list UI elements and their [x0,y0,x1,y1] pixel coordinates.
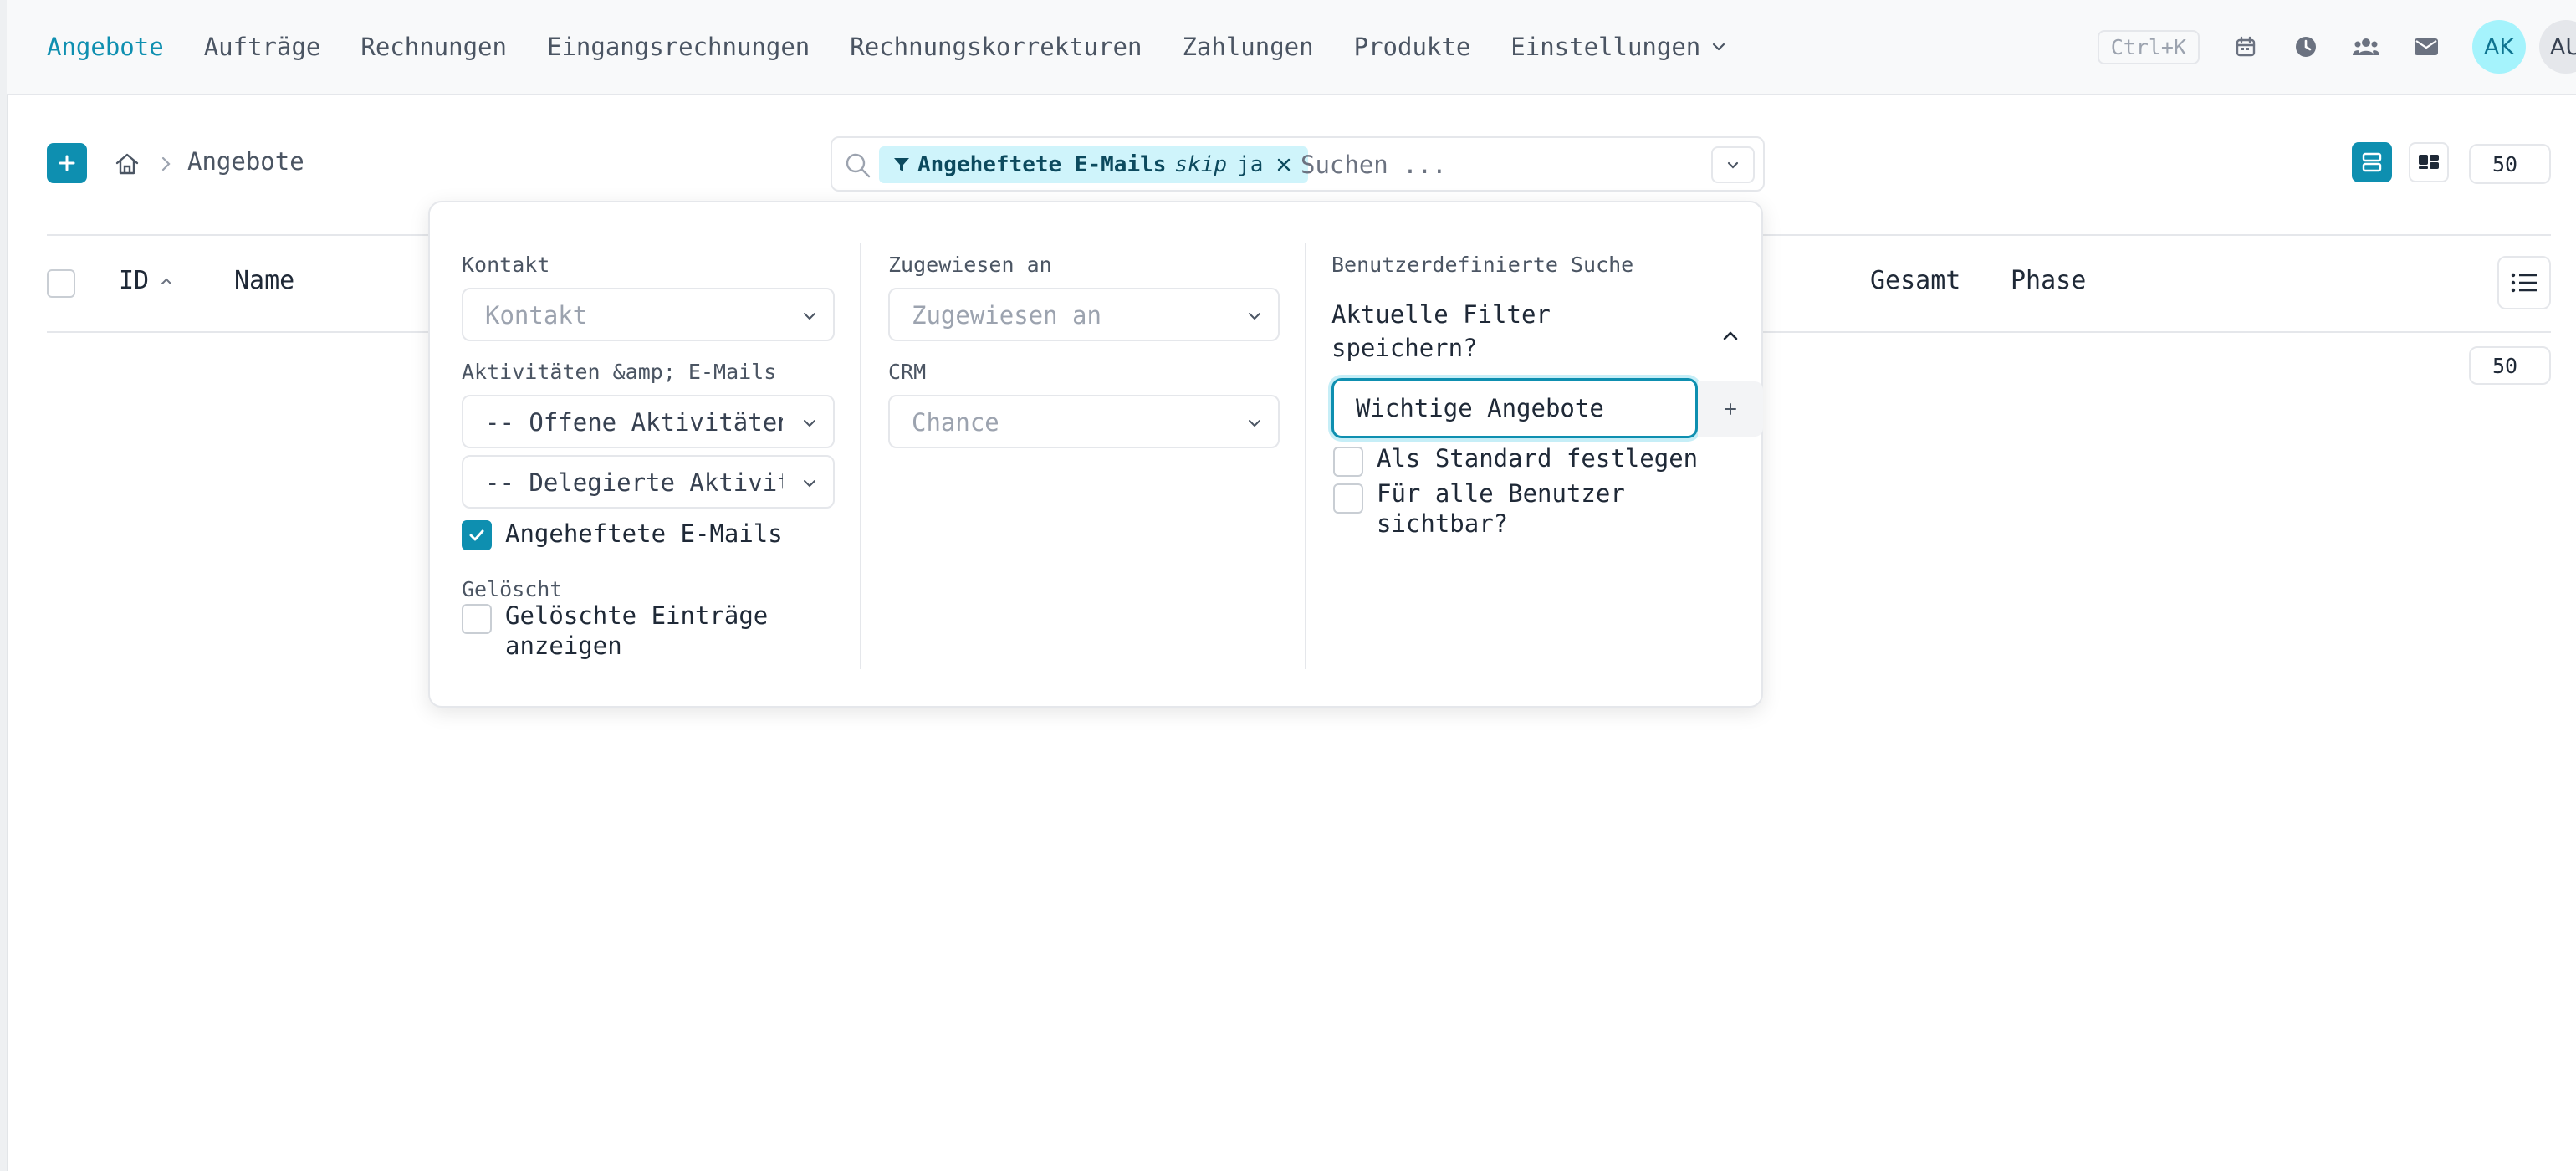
chevron-down-icon [800,413,820,433]
funnel-icon [892,156,911,174]
search-input[interactable] [1299,145,1704,185]
list-view-button[interactable] [2352,142,2392,182]
pinned-emails-label: Angeheftete E-Mails [505,519,783,548]
column-header-id-label: ID [119,266,150,295]
save-filter-add-button[interactable] [1698,381,1763,437]
plus-icon [1725,403,1736,415]
search-dropdown-button[interactable] [1711,146,1755,183]
chevron-down-icon [1710,38,1727,55]
column-settings-button[interactable] [2497,256,2551,309]
chevron-down-icon [1245,306,1265,326]
list-view-icon [2362,152,2382,172]
show-deleted-checkbox[interactable] [462,604,492,634]
clock-icon[interactable] [2292,33,2320,61]
show-deleted-label-line1: Gelöschte Einträge [505,601,769,630]
chevron-up-icon[interactable] [1718,323,1743,348]
visible-all-checkbox[interactable] [1333,483,1363,514]
nav-item-zahlungen[interactable]: Zahlungen [1182,33,1313,61]
visible-all-label-line2: sichtbar? [1377,509,1509,538]
per-page-select-bottom[interactable]: 50 [2469,346,2551,385]
search-bar: Angeheftete E-Mails skip ja [831,136,1765,192]
contact-select[interactable]: Kontakt [462,288,835,341]
assigned-select-value: Zugewiesen an [912,301,1101,330]
add-button[interactable] [47,143,87,183]
filter-chip[interactable]: Angeheftete E-Mails skip ja [879,146,1309,183]
crm-label: CRM [888,360,927,384]
mail-icon[interactable] [2412,33,2441,61]
set-default-label: Als Standard festlegen [1377,444,1699,473]
pinned-emails-checkbox[interactable] [462,520,492,550]
close-icon[interactable] [1275,156,1293,174]
nav-item-auftraege[interactable]: Aufträge [204,33,321,61]
column-divider [1305,243,1306,669]
open-activities-value: -- Offene Aktivitäten [485,408,783,437]
filter-chip-value: ja [1237,152,1264,177]
save-filter-title-line1: Aktuelle Filter [1331,300,1551,329]
contact-label: Kontakt [462,253,550,277]
column-divider [860,243,861,669]
avatar-ak[interactable]: AK [2472,20,2526,74]
plus-icon [59,155,75,171]
nav-item-rechnungen[interactable]: Rechnungen [360,33,507,61]
chevron-down-icon [1727,161,1739,169]
nav-item-einstellungen[interactable]: Einstellungen [1510,33,1727,61]
deleted-label: Gelöscht [462,577,563,601]
checkmark-icon [469,529,484,541]
delegated-activities-value: -- Delegierte Aktivitäten [485,468,783,497]
column-header-total[interactable]: Gesamt [1870,266,1960,295]
activities-label: Aktivitäten &amp; E-Mails [462,360,777,384]
nav-item-produkte[interactable]: Produkte [1354,33,1471,61]
contact-select-value: Kontakt [485,301,588,330]
users-icon[interactable] [2352,33,2380,61]
search-icon [844,151,872,180]
filter-dropdown-panel: Kontakt Kontakt Aktivitäten &amp; E-Mail… [428,201,1763,708]
list-icon [2511,273,2537,293]
home-icon[interactable] [114,151,141,177]
command-palette-shortcut[interactable]: Ctrl+K [2097,29,2200,64]
visible-all-label-line1: Für alle Benutzer [1377,479,1625,508]
nav-right-tools: Ctrl+K AK AU [2097,0,2576,94]
custom-search-label: Benutzerdefinierte Suche [1331,253,1634,277]
kanban-view-button[interactable] [2409,142,2449,182]
avatar-au[interactable]: AU [2539,20,2576,74]
delegated-activities-select[interactable]: -- Delegierte Aktivitäten [462,455,835,509]
crm-select-value: Chance [912,408,999,437]
left-edge [0,0,8,1171]
filter-chip-operator: skip [1174,152,1228,177]
filter-chip-label: Angeheftete E-Mails [917,152,1167,177]
nav-item-einstellungen-label: Einstellungen [1510,33,1701,61]
set-default-checkbox[interactable] [1333,447,1363,477]
chevron-down-icon [800,306,820,326]
calendar-icon[interactable] [2231,33,2260,61]
sort-ascending-icon [159,274,174,289]
nav-item-angebote[interactable]: Angebote [47,33,164,61]
nav-item-rechnungskorrekturen[interactable]: Rechnungskorrekturen [850,33,1142,61]
chevron-right-icon [156,154,176,174]
save-filter-name-input[interactable] [1331,378,1698,438]
column-header-name[interactable]: Name [234,266,294,295]
show-deleted-label-line2: anzeigen [505,632,622,660]
chevron-down-icon [1245,413,1265,433]
column-header-id[interactable]: ID [119,266,174,295]
per-page-select[interactable]: 50 [2469,144,2551,184]
crm-select[interactable]: Chance [888,395,1280,448]
column-header-phase[interactable]: Phase [2011,266,2086,295]
nav-item-eingangsrechnungen[interactable]: Eingangsrechnungen [547,33,810,61]
kanban-view-icon [2419,155,2439,169]
top-navigation: Angebote Aufträge Rechnungen Eingangsrec… [7,0,2576,95]
assigned-label: Zugewiesen an [888,253,1052,277]
select-all-checkbox[interactable] [47,269,75,298]
breadcrumb-current: Angebote [187,147,304,176]
chevron-down-icon [800,473,820,493]
open-activities-select[interactable]: -- Offene Aktivitäten [462,395,835,448]
assigned-select[interactable]: Zugewiesen an [888,288,1280,341]
save-filter-title-line2: speichern? [1331,334,1478,362]
